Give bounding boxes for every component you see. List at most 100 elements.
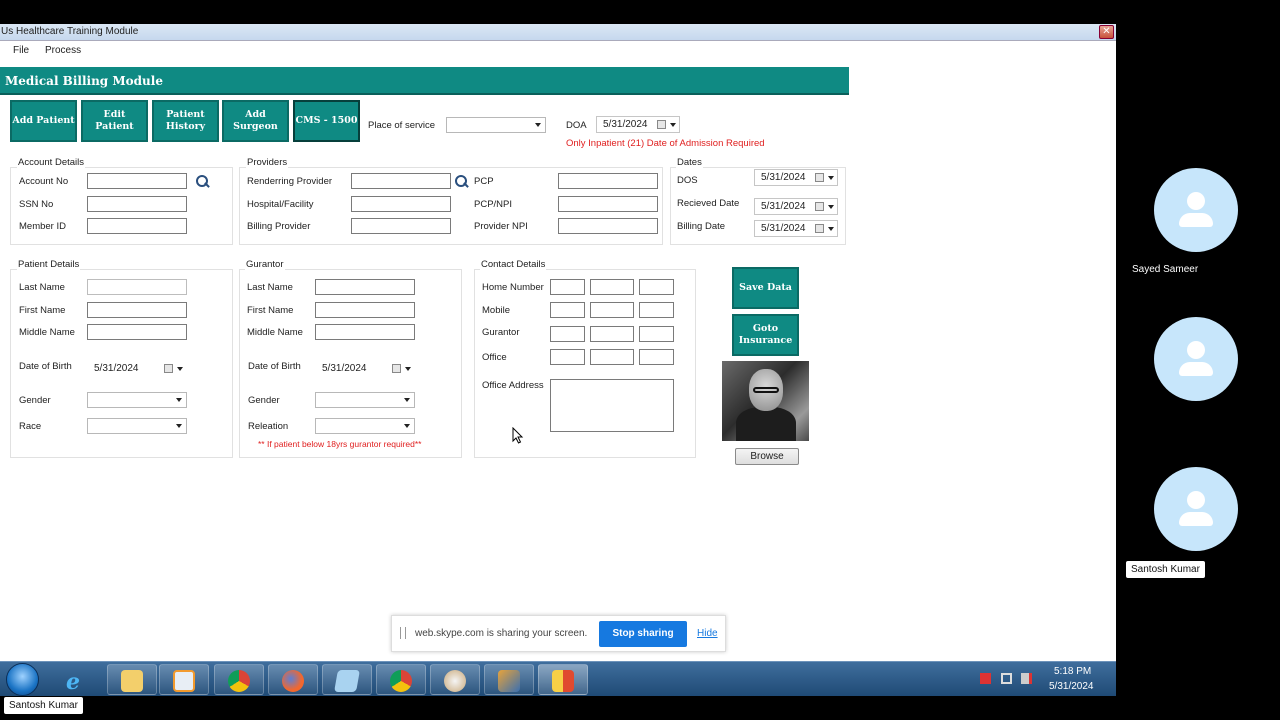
doa-note: Only Inpatient (21) Date of Admission Re… (566, 138, 765, 149)
place-of-service-select[interactable] (446, 117, 546, 133)
received-date-picker[interactable]: 5/31/2024 (754, 198, 838, 215)
chevron-down-icon (670, 123, 676, 127)
ssn-no-input[interactable] (87, 196, 187, 212)
drag-handle-icon[interactable] (400, 627, 406, 639)
taskbar-app[interactable] (484, 664, 534, 695)
module-header: Medical Billing Module (0, 67, 849, 95)
photo-figure-body (736, 407, 796, 441)
hospital-facility-input[interactable] (351, 196, 451, 212)
add-patient-button[interactable]: Add Patient (10, 100, 77, 142)
calendar-icon (657, 120, 666, 129)
stop-sharing-button[interactable]: Stop sharing (599, 621, 687, 647)
contact-details-title: Contact Details (480, 259, 547, 270)
gurantor-first-name-label: First Name (247, 305, 294, 316)
dos-date-picker[interactable]: 5/31/2024 (754, 169, 838, 186)
goto-insurance-button[interactable]: Goto Insurance (732, 314, 799, 356)
account-no-input[interactable] (87, 173, 187, 189)
gurantor-dob-value: 5/31/2024 (322, 363, 367, 374)
mobile-part-3[interactable] (639, 302, 674, 318)
office-phone-part-2[interactable] (590, 349, 634, 365)
patient-first-name-input[interactable] (87, 302, 187, 318)
media-player-icon (173, 670, 195, 692)
home-number-part-3[interactable] (639, 279, 674, 295)
menu-process[interactable]: Process (45, 45, 81, 56)
patient-gender-select[interactable] (87, 392, 187, 408)
internet-explorer-icon[interactable]: e (58, 664, 98, 695)
home-number-part-1[interactable] (550, 279, 585, 295)
taskbar-explorer[interactable] (107, 664, 157, 695)
search-icon[interactable] (454, 174, 468, 188)
pcp-npi-label: PCP/NPI (474, 199, 513, 210)
chrome-icon (228, 670, 250, 692)
flag-icon[interactable] (980, 673, 991, 684)
add-surgeon-button[interactable]: Add Surgeon (222, 100, 289, 142)
calendar-icon (815, 224, 824, 233)
clock-time[interactable]: 5:18 PM (1054, 666, 1091, 677)
relation-select[interactable] (315, 418, 415, 434)
taskbar-chrome[interactable] (214, 664, 264, 695)
office-address-textarea[interactable] (550, 379, 674, 432)
doa-value: 5/31/2024 (603, 119, 648, 130)
patient-history-button[interactable]: Patient History (152, 100, 219, 142)
office-phone-part-1[interactable] (550, 349, 585, 365)
gurantor-phone-part-3[interactable] (639, 326, 674, 342)
taskbar-firefox[interactable] (268, 664, 318, 695)
browse-button[interactable]: Browse (735, 448, 799, 465)
gurantor-phone-part-2[interactable] (590, 326, 634, 342)
chevron-down-icon (828, 205, 834, 209)
doa-date-picker[interactable]: 5/31/2024 (596, 116, 680, 133)
gurantor-first-name-input[interactable] (315, 302, 415, 318)
taskbar-chrome-2[interactable] (376, 664, 426, 695)
gurantor-last-name-input[interactable] (315, 279, 415, 295)
participant-avatar (1154, 168, 1238, 252)
mobile-part-2[interactable] (590, 302, 634, 318)
menu-file[interactable]: File (13, 45, 29, 56)
patient-photo (722, 361, 809, 441)
app-window: Us Healthcare Training Module ✕ File Pro… (0, 24, 1116, 661)
taskbar-media[interactable] (159, 664, 209, 695)
patient-last-name-input[interactable] (87, 279, 187, 295)
taskbar-training-module[interactable] (538, 664, 588, 695)
patient-middle-name-input[interactable] (87, 324, 187, 340)
patient-gender-label: Gender (19, 395, 51, 406)
gurantor-gender-select[interactable] (315, 392, 415, 408)
office-phone-part-3[interactable] (639, 349, 674, 365)
taskbar-notes[interactable] (322, 664, 372, 695)
screen-share-bar: web.skype.com is sharing your screen. St… (391, 615, 726, 652)
participant-name-tag: Santosh Kumar (1126, 561, 1205, 578)
office-address-label: Office Address (482, 380, 544, 391)
home-number-part-2[interactable] (590, 279, 634, 295)
patient-dob-picker[interactable]: 5/31/2024 (87, 360, 187, 377)
edit-patient-button[interactable]: Edit Patient (81, 100, 148, 142)
screen: Us Healthcare Training Module ✕ File Pro… (0, 0, 1280, 720)
rendering-provider-input[interactable] (351, 173, 451, 189)
hide-link[interactable]: Hide (697, 628, 718, 639)
gurantor-note: ** If patient below 18yrs gurantor requi… (258, 439, 422, 449)
close-button[interactable]: ✕ (1099, 25, 1114, 39)
mobile-part-1[interactable] (550, 302, 585, 318)
patient-race-select[interactable] (87, 418, 187, 434)
billing-provider-input[interactable] (351, 218, 451, 234)
member-id-input[interactable] (87, 218, 187, 234)
clock-date[interactable]: 5/31/2024 (1049, 681, 1094, 692)
gurantor-phone-part-1[interactable] (550, 326, 585, 342)
patient-dob-label: Date of Birth (19, 361, 72, 372)
folder-icon (121, 670, 143, 692)
billing-date-picker[interactable]: 5/31/2024 (754, 220, 838, 237)
provider-npi-input[interactable] (558, 218, 658, 234)
pcp-input[interactable] (558, 173, 658, 189)
cms-1500-button[interactable]: CMS - 1500 (293, 100, 360, 142)
rendering-provider-label: Renderring Provider (247, 176, 333, 187)
notes-icon (334, 670, 360, 692)
network-icon[interactable] (1001, 673, 1012, 684)
module-title: Medical Billing Module (5, 74, 163, 88)
taskbar-paint[interactable] (430, 664, 480, 695)
pcp-npi-input[interactable] (558, 196, 658, 212)
save-data-button[interactable]: Save Data (732, 267, 799, 309)
pcp-label: PCP (474, 176, 494, 187)
gurantor-dob-picker[interactable]: 5/31/2024 (315, 360, 415, 377)
volume-muted-icon[interactable] (1021, 673, 1032, 684)
start-button[interactable] (6, 663, 39, 696)
search-icon[interactable] (195, 174, 209, 188)
gurantor-middle-name-input[interactable] (315, 324, 415, 340)
